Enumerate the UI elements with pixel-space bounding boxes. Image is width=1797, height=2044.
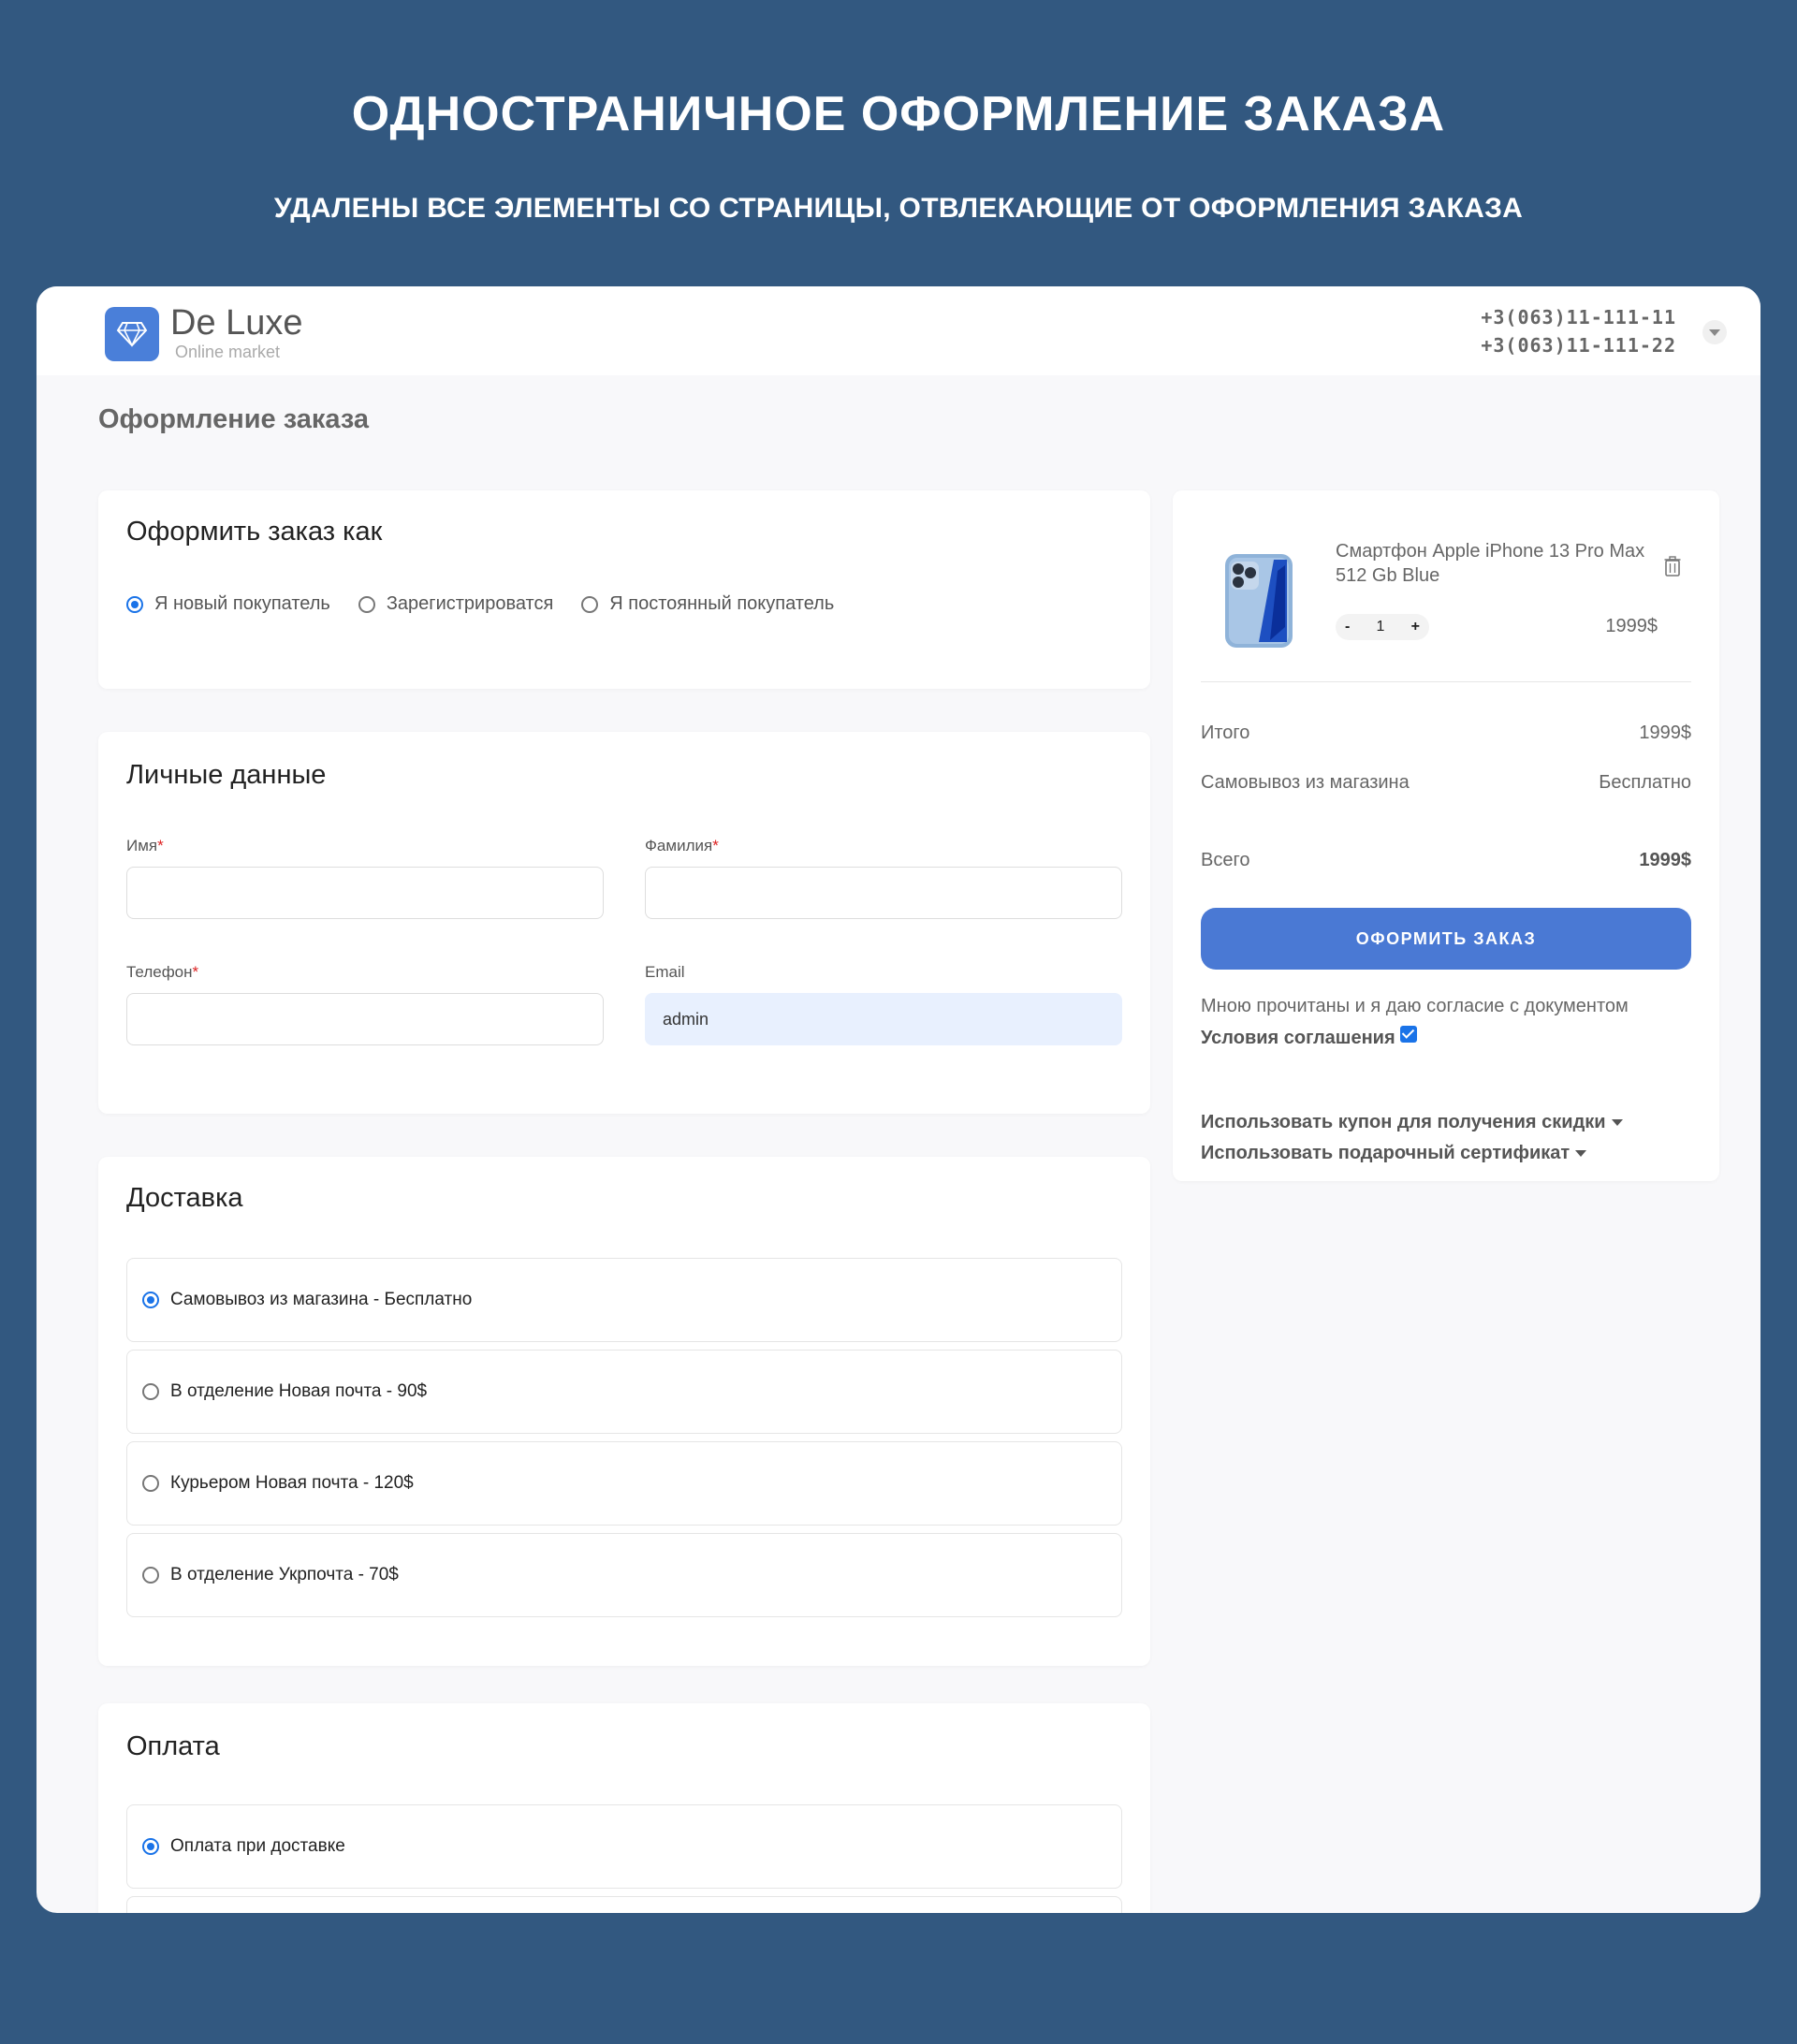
order-as-title: Оформить заказ как [126,517,383,547]
customer-type-returning-label: Я постоянный покупатель [609,593,835,614]
phone-field[interactable] [126,993,604,1045]
radio-delivery-nova-branch[interactable] [142,1383,159,1400]
delivery-title: Доставка [126,1183,243,1213]
payment-option-cod[interactable]: Оплата при доставке [126,1804,1122,1889]
chevron-down-icon [1709,328,1720,336]
order-summary-card: Смартфон Apple iPhone 13 Pro Max 512 Gb … [1173,490,1719,1181]
delivery-option-nova-poshta-courier[interactable]: Курьером Новая почта - 120$ [126,1441,1122,1526]
first-name-label: Имя* [126,837,164,854]
subtotal-value: 1999$ [1639,723,1691,743]
promo-subtitle: УДАЛЕНЫ ВСЕ ЭЛЕМЕНТЫ СО СТРАНИЦЫ, ОТВЛЕК… [273,193,1524,224]
radio-register[interactable] [358,595,375,613]
phone-number-2[interactable]: +3(063)11-111-22 [1481,331,1676,359]
phones-dropdown-toggle[interactable] [1702,320,1727,344]
radio-new-customer[interactable] [126,595,143,613]
personal-data-card: Личные данные Имя* Фамилия* Телефон* Ema… [98,732,1150,1114]
delivery-option-label: Самовывоз из магазина - Бесплатно [170,1290,473,1309]
last-name-label: Фамилия* [645,837,719,854]
agreement-text: Мною прочитаны и я даю согласие с докуме… [1201,996,1629,1016]
chevron-down-icon [1611,1119,1623,1126]
customer-type-register[interactable]: Зарегистрироватся [358,593,553,615]
delivery-option-pickup[interactable]: Самовывоз из магазина - Бесплатно [126,1258,1122,1342]
radio-returning-customer[interactable] [581,595,599,613]
shipping-row: Самовывоз из магазина Бесплатно [1201,772,1691,794]
product-image[interactable] [1221,552,1296,650]
trash-icon[interactable] [1664,556,1681,577]
shipping-label: Самовывоз из магазина [1201,772,1410,793]
delivery-option-label: В отделение Укрпочта - 70$ [170,1565,399,1584]
radio-delivery-nova-courier[interactable] [142,1475,159,1492]
logo-tagline: Online market [175,343,281,361]
delivery-card: Доставка Самовывоз из магазина - Бесплат… [98,1157,1150,1666]
terms-link[interactable]: Условия соглашения [1201,1028,1395,1048]
radio-payment-cod[interactable] [142,1838,159,1855]
email-field[interactable]: admin [645,993,1122,1045]
delivery-option-label: Курьером Новая почта - 120$ [170,1473,414,1493]
quantity-increase-button[interactable]: + [1411,619,1420,635]
diamond-icon [116,322,148,347]
place-order-button[interactable]: ОФОРМИТЬ ЗАКАЗ [1201,908,1691,970]
logo-badge[interactable] [105,307,159,361]
last-name-field[interactable] [645,867,1122,919]
coupon-link[interactable]: Использовать купон для получения скидки [1201,1112,1623,1133]
payment-title: Оплата [126,1731,220,1761]
delivery-option-ukrposhta[interactable]: В отделение Укрпочта - 70$ [126,1533,1122,1617]
customer-type-new-label: Я новый покупатель [154,593,330,614]
chevron-down-icon [1575,1150,1587,1157]
total-label: Всего [1201,850,1250,870]
shipping-value: Бесплатно [1599,772,1691,793]
phone-label: Телефон* [126,963,199,981]
total-value: 1999$ [1639,850,1691,870]
gift-certificate-label: Использовать подарочный сертификат [1201,1143,1571,1163]
promo-title: ОДНОСТРАНИЧНОЕ ОФОРМЛЕНИЕ ЗАКАЗА [351,87,1446,141]
email-label: Email [645,963,685,981]
gift-certificate-link[interactable]: Использовать подарочный сертификат [1201,1143,1587,1164]
payment-option-label: Оплата при доставке [170,1836,345,1856]
phone-number-1[interactable]: +3(063)11-111-11 [1481,303,1676,331]
personal-data-title: Личные данные [126,760,327,790]
delivery-option-nova-poshta-branch[interactable]: В отделение Новая почта - 90$ [126,1350,1122,1434]
product-price: 1999$ [1605,616,1658,636]
first-name-field[interactable] [126,867,604,919]
customer-type-returning[interactable]: Я постоянный покупатель [581,593,834,615]
quantity-stepper: - 1 + [1336,614,1429,640]
phone-list: +3(063)11-111-11 +3(063)11-111-22 [1481,303,1676,359]
total-row: Всего 1999$ [1201,850,1691,871]
subtotal-label: Итого [1201,723,1250,743]
agreement-checkbox[interactable] [1400,1026,1418,1043]
summary-divider [1201,681,1691,682]
payment-card: Оплата Оплата при доставке [98,1703,1150,1913]
product-name[interactable]: Смартфон Apple iPhone 13 Pro Max 512 Gb … [1336,539,1663,588]
page-title: Оформление заказа [98,404,370,434]
agreement-block: Мною прочитаны и я даю согласие с докуме… [1201,990,1691,1054]
delivery-option-label: В отделение Новая почта - 90$ [170,1381,428,1401]
customer-type-group: Я новый покупатель Зарегистрироватся Я п… [126,593,834,615]
customer-type-new[interactable]: Я новый покупатель [126,593,330,615]
radio-delivery-pickup[interactable] [142,1292,159,1308]
quantity-value[interactable]: 1 [1377,619,1385,635]
coupon-link-label: Использовать купон для получения скидки [1201,1112,1606,1132]
customer-type-register-label: Зарегистрироватся [386,593,554,614]
payment-option-next[interactable] [126,1896,1122,1913]
checkout-window: De Luxe Online market +3(063)11-111-11 +… [37,286,1760,1913]
order-as-card: Оформить заказ как Я новый покупатель За… [98,490,1150,689]
radio-delivery-ukrposhta[interactable] [142,1567,159,1584]
site-header: De Luxe Online market +3(063)11-111-11 +… [37,286,1760,375]
logo-name[interactable]: De Luxe [170,303,303,343]
subtotal-row: Итого 1999$ [1201,723,1691,744]
quantity-decrease-button[interactable]: - [1345,619,1350,635]
